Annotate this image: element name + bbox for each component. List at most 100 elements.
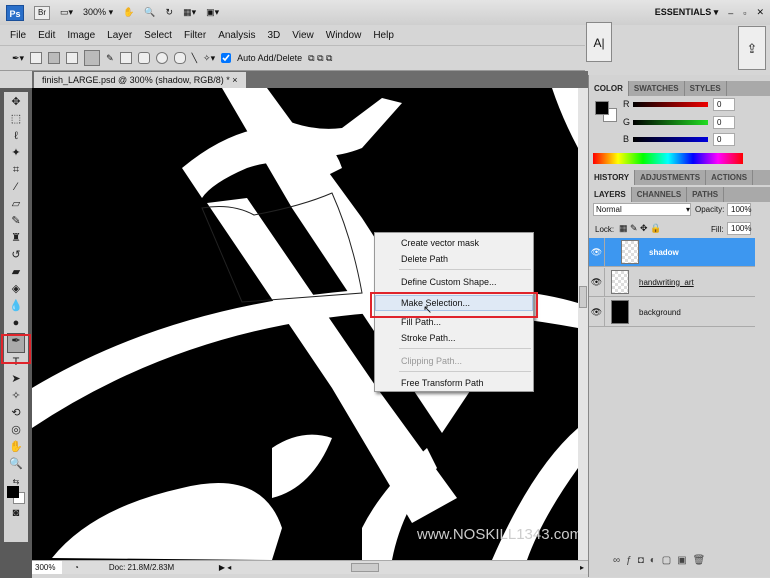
blend-mode-dropdown[interactable]: Normal ▾ (593, 203, 691, 216)
color-spectrum[interactable] (593, 153, 743, 164)
tab-swatches[interactable]: SWATCHES (629, 81, 685, 96)
arrange-documents-icon[interactable]: ▦▾ (183, 7, 196, 18)
status-arrow-icon[interactable]: ▶ ◂ (219, 563, 231, 572)
3d-rotate-icon[interactable]: ⟲ (7, 406, 25, 421)
status-zoom[interactable]: 300% (32, 561, 62, 574)
menu-item-free-transform-path[interactable]: Free Transform Path (401, 378, 484, 388)
scroll-right-icon[interactable]: ▸ (580, 563, 584, 572)
r-value[interactable]: 0 (713, 98, 735, 111)
custom-shape-icon[interactable]: ✧▾ (203, 53, 215, 64)
brush-tool-icon[interactable]: ✎ (7, 214, 25, 229)
path-combine-icons[interactable]: ⧉ ⧉ ⧉ (308, 53, 332, 64)
menu-item-define-custom-shape[interactable]: Define Custom Shape... (401, 277, 497, 287)
layer-handwriting-art[interactable]: 👁 handwriting_art (589, 267, 755, 297)
g-slider[interactable] (633, 120, 708, 125)
tab-layers[interactable]: LAYERS (589, 187, 632, 202)
line-tool-icon[interactable]: ╲ (192, 53, 197, 64)
quick-mask-icon[interactable]: ◙ (7, 506, 25, 521)
zoom-level-dropdown[interactable]: 300% ▾ (83, 7, 113, 18)
marquee-tool-icon[interactable]: ⬚ (7, 112, 25, 127)
menu-file[interactable]: File (4, 30, 32, 41)
healing-brush-icon[interactable]: ▱ (7, 197, 25, 212)
3d-orbit-icon[interactable]: ◎ (7, 423, 25, 438)
screen-mode-icon[interactable]: ▣▾ (206, 7, 219, 18)
menu-edit[interactable]: Edit (32, 30, 61, 41)
visibility-eye-icon[interactable]: 👁 (589, 267, 605, 297)
close-tab-icon[interactable]: × (232, 75, 237, 85)
layer-background[interactable]: 👁 background (589, 297, 755, 327)
magic-wand-icon[interactable]: ✦ (7, 146, 25, 161)
auto-add-delete-checkbox[interactable] (221, 53, 232, 63)
rotate-view-icon[interactable]: ↻ (166, 7, 174, 18)
visibility-eye-icon[interactable]: 👁 (589, 297, 605, 327)
visibility-eye-icon[interactable]: 👁 (589, 237, 605, 267)
fill-field[interactable]: 100% (727, 222, 751, 235)
tab-color[interactable]: COLOR (589, 81, 629, 96)
foreground-color-swatch[interactable] (7, 486, 25, 504)
menu-item-delete-path[interactable]: Delete Path (401, 254, 448, 264)
history-brush-icon[interactable]: ↺ (7, 248, 25, 263)
tab-paths[interactable]: PATHS (687, 187, 725, 202)
menu-image[interactable]: Image (61, 30, 101, 41)
menu-window[interactable]: Window (320, 30, 368, 41)
paint-bucket-icon[interactable]: ◈ (7, 282, 25, 297)
blur-tool-icon[interactable]: 💧 (7, 299, 25, 314)
workspace-switcher[interactable]: ESSENTIALS ▾ (655, 7, 719, 18)
paths-button[interactable] (48, 52, 61, 64)
tab-adjustments[interactable]: ADJUSTMENTS (635, 170, 707, 185)
menu-item-stroke-path[interactable]: Stroke Path... (401, 333, 456, 343)
eraser-icon[interactable]: ▰ (7, 265, 25, 280)
lasso-tool-icon[interactable]: ℓ (7, 129, 25, 144)
ellipse-tool-button[interactable] (155, 52, 168, 64)
usb-icon[interactable]: ⇪ (738, 26, 766, 70)
layer-shadow[interactable]: 👁 shadow (589, 237, 755, 267)
minimize-button[interactable]: – (728, 8, 733, 18)
clone-stamp-icon[interactable]: ♜ (7, 231, 25, 246)
zoom-tool-icon[interactable]: 🔍 (144, 7, 155, 18)
menu-select[interactable]: Select (138, 30, 178, 41)
menu-filter[interactable]: Filter (178, 30, 212, 41)
view-extras-icon[interactable]: ▭▾ (60, 7, 73, 18)
pen-tool-preset-icon[interactable]: ✒▾ (12, 53, 24, 64)
opacity-field[interactable]: 100% (727, 203, 751, 216)
restore-button[interactable]: ▫ (743, 8, 746, 18)
shape-layers-button[interactable] (30, 52, 43, 64)
hand-tool-icon[interactable]: ✋ (123, 7, 134, 18)
move-tool-icon[interactable]: ✥ (7, 95, 25, 110)
document-tab[interactable]: finish_LARGE.psd @ 300% (shadow, RGB/8) … (34, 72, 246, 88)
polygon-tool-button[interactable] (173, 52, 186, 64)
rectangle-tool-button[interactable] (119, 52, 132, 64)
character-panel-icon[interactable]: A| (586, 22, 612, 62)
status-menu-icon[interactable]: ◔ (74, 563, 79, 572)
scroll-thumb[interactable] (579, 286, 587, 308)
b-value[interactable]: 0 (713, 133, 735, 146)
swap-colors-icon[interactable]: ⇆ (7, 474, 25, 486)
tab-styles[interactable]: STYLES (685, 81, 727, 96)
eyedropper-icon[interactable]: ⁄ (7, 180, 25, 195)
close-button[interactable]: ✕ (756, 7, 764, 18)
menu-layer[interactable]: Layer (101, 30, 138, 41)
menu-3d[interactable]: 3D (261, 30, 286, 41)
freeform-pen-icon[interactable]: ✎ (106, 53, 114, 64)
hand-tool-icon[interactable]: ✋ (7, 440, 25, 455)
shape-tool-icon[interactable]: ✧ (7, 389, 25, 404)
tab-channels[interactable]: CHANNELS (632, 187, 688, 202)
menu-help[interactable]: Help (367, 30, 400, 41)
b-slider[interactable] (633, 137, 708, 142)
horizontal-scroll-thumb[interactable] (351, 563, 380, 572)
g-value[interactable]: 0 (713, 116, 735, 129)
dodge-tool-icon[interactable]: ● (7, 316, 25, 331)
path-selection-icon[interactable]: ➤ (7, 372, 25, 387)
lock-icons[interactable]: ▦ ✎ ✥ 🔒 (619, 223, 661, 234)
rounded-rectangle-button[interactable] (137, 52, 150, 64)
pen-tool-button[interactable] (84, 50, 101, 66)
menu-view[interactable]: View (286, 30, 320, 41)
menu-analysis[interactable]: Analysis (212, 30, 261, 41)
crop-tool-icon[interactable]: ⌗ (7, 163, 25, 178)
r-slider[interactable] (633, 102, 708, 107)
menu-item-create-vector-mask[interactable]: Create vector mask (401, 238, 479, 248)
zoom-tool-icon[interactable]: 🔍 (7, 457, 25, 472)
foreground-color[interactable] (595, 101, 609, 115)
tab-actions[interactable]: ACTIONS (706, 170, 754, 185)
bridge-button[interactable]: Br (34, 5, 50, 20)
